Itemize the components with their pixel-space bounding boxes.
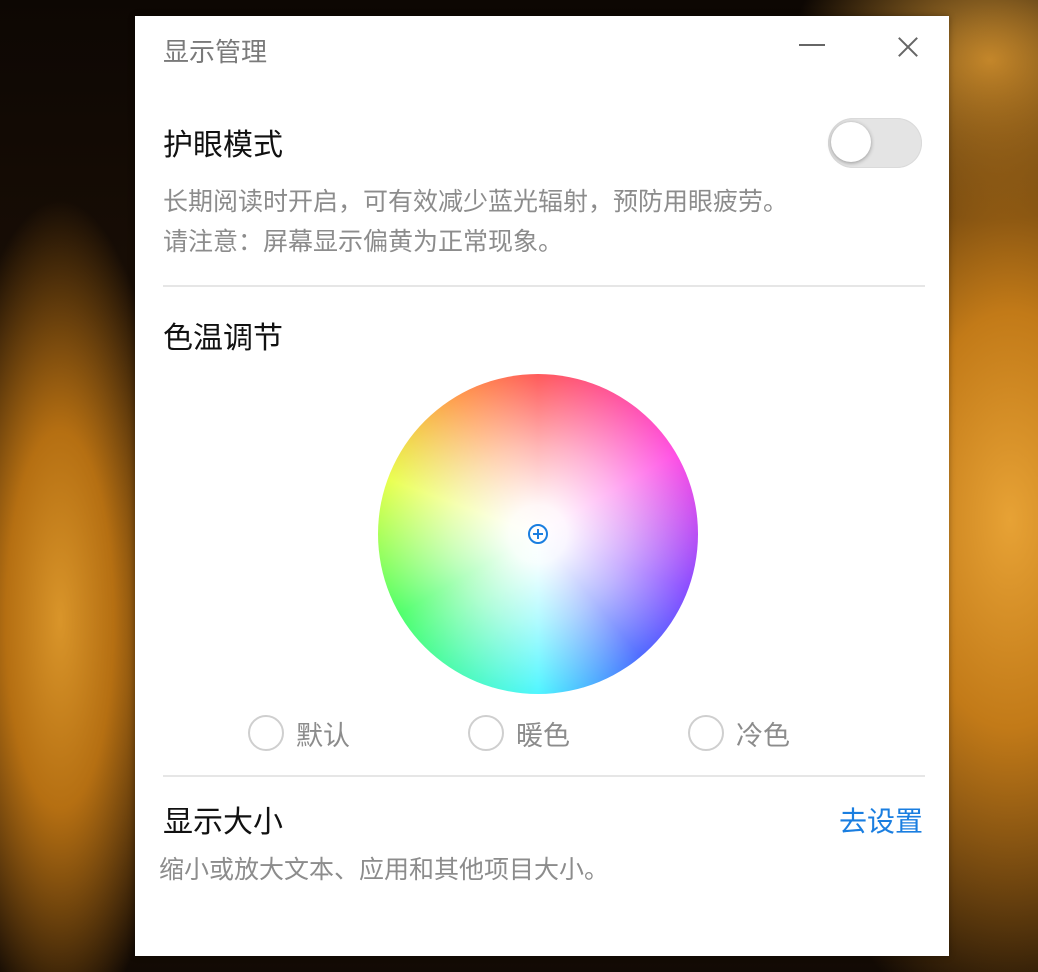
radio-option-default[interactable]: 默认 [248,712,350,754]
toggle-knob [831,122,871,162]
radio-circle-icon[interactable] [468,715,504,751]
eye-mode-description-line2: 请注意：屏幕显示偏黄为正常现象。 [163,227,564,256]
divider [163,285,925,287]
go-settings-link[interactable]: 去设置 [839,800,923,840]
divider [163,775,925,777]
radio-circle-icon[interactable] [688,715,724,751]
close-icon[interactable] [893,32,923,62]
display-size-description: 缩小或放大文本、应用和其他项目大小。 [159,855,610,884]
display-settings-dialog: 显示管理 护眼模式 长期阅读时开启，可有效减少蓝光辐射，预防用眼疲劳。 请注意：… [135,16,949,956]
radio-option-cool[interactable]: 冷色 [688,712,790,754]
eye-mode-toggle[interactable] [828,118,922,168]
eye-mode-description-line1: 长期阅读时开启，可有效减少蓝光辐射，预防用眼疲劳。 [163,187,789,216]
eye-mode-title: 护眼模式 [163,128,283,163]
eye-mode-description: 长期阅读时开启，可有效减少蓝光辐射，预防用眼疲劳。 请注意：屏幕显示偏黄为正常现… [163,182,788,262]
radio-label-warm: 暖色 [516,720,570,752]
radio-option-warm[interactable]: 暖色 [468,712,570,754]
color-temp-title: 色温调节 [163,321,283,356]
minimize-icon[interactable] [799,44,825,46]
radio-label-default: 默认 [296,720,350,752]
radio-circle-icon[interactable] [248,715,284,751]
window-title: 显示管理 [163,38,268,68]
radio-label-cool: 冷色 [736,720,790,752]
display-size-title: 显示大小 [163,805,283,840]
color-picker-handle-icon[interactable] [528,524,548,544]
